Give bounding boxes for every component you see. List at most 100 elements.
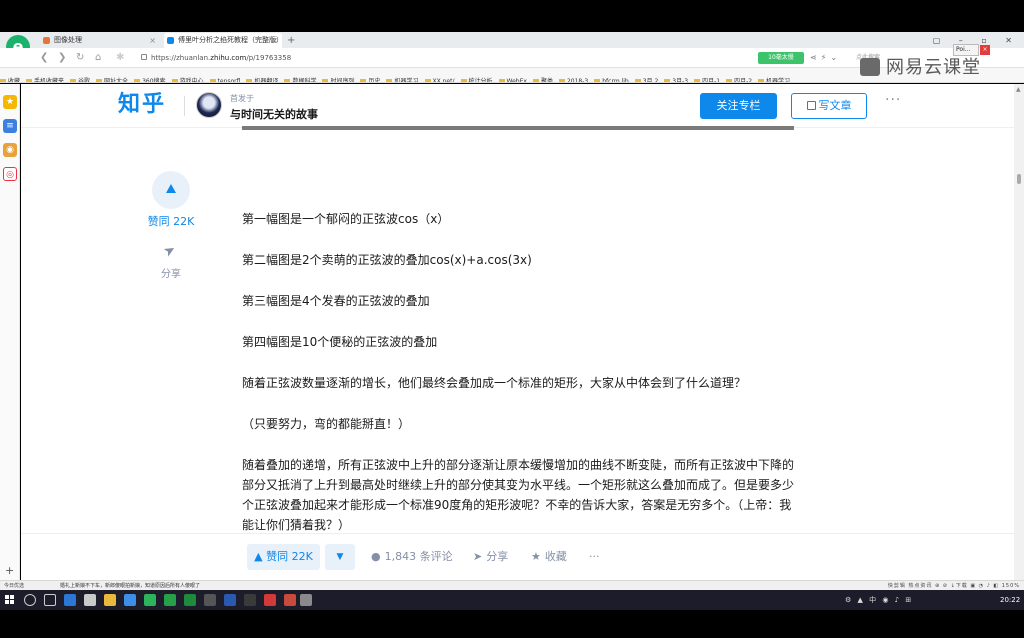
folder-icon: [532, 78, 539, 82]
forward-arrow-icon[interactable]: ❯: [58, 50, 66, 66]
popup-label: Poi...: [956, 46, 971, 53]
url-prefix: https://zhuanlan.: [151, 54, 211, 62]
bookmark-item[interactable]: 游戏中心: [171, 74, 204, 83]
tab-close-icon[interactable]: ×: [149, 33, 156, 48]
bookmark-label: 机器学习: [394, 78, 419, 83]
bookmark-label: 2018-3: [566, 78, 589, 83]
bookmark-item[interactable]: 四月-1: [694, 74, 720, 82]
write-article-button[interactable]: 写文章: [791, 93, 867, 119]
bookmark-item[interactable]: 收藏: [0, 74, 20, 82]
bookmark-item[interactable]: 机器翻译: [246, 74, 278, 82]
bookmark-item[interactable]: bfcrm.lib: [594, 74, 629, 82]
page-scrollbar[interactable]: ▲: [1014, 84, 1024, 580]
address-tools[interactable]: ⋖⚡⌄: [810, 52, 841, 64]
new-tab-button[interactable]: +: [287, 33, 295, 48]
url-field[interactable]: https://zhuanlan.zhihu.com/p/19763358: [151, 52, 291, 64]
header-divider: [184, 96, 185, 116]
app-icon[interactable]: [164, 594, 176, 606]
bookmark-item[interactable]: 3月 2: [634, 74, 659, 83]
more-actions-button[interactable]: ···: [589, 544, 600, 570]
bookmark-label: 网址大全: [104, 78, 129, 83]
column-avatar[interactable]: [196, 92, 222, 118]
edge-icon[interactable]: [64, 594, 76, 606]
speed-badge[interactable]: 10毫太慢: [758, 52, 804, 64]
zhihu-logo[interactable]: 知乎: [118, 90, 166, 120]
weibo-icon[interactable]: ◉: [3, 143, 17, 157]
bookmark-item[interactable]: 时间序列: [322, 74, 354, 82]
app-icon[interactable]: [124, 594, 136, 606]
bookmark-item[interactable]: tensorfl: [209, 74, 241, 83]
follow-column-button[interactable]: 关注专栏: [700, 93, 777, 119]
folder-icon: [26, 78, 33, 82]
bookmark-item[interactable]: 手机收藏夹: [26, 74, 64, 82]
back-arrow-icon[interactable]: ❮: [40, 50, 48, 66]
app-icon[interactable]: [284, 594, 296, 606]
close-icon[interactable]: ×: [980, 45, 990, 55]
reload-icon[interactable]: ↻: [76, 50, 84, 66]
app-icon[interactable]: [300, 594, 312, 606]
article-paragraph: 第二幅图是2个卖萌的正弦波的叠加cos(x)+a.cos(3x): [242, 253, 532, 267]
bookmark-label: 游戏中心: [179, 78, 204, 83]
popup-window[interactable]: Poi... ×: [953, 44, 990, 56]
app-icon[interactable]: [184, 594, 196, 606]
folder-icon: [424, 78, 431, 82]
pdf-icon[interactable]: [264, 594, 276, 606]
favorite-button[interactable]: ★ 收藏: [531, 544, 567, 570]
bookmark-item[interactable]: 历史: [360, 74, 380, 82]
browser-sidebar: ★ ≡ ◉ ◎ +: [0, 84, 20, 580]
bookmark-label: 3月 2: [642, 78, 659, 83]
bookmark-item[interactable]: 谷歌: [70, 74, 90, 82]
bookmark-item[interactable]: 数据科学: [284, 74, 316, 82]
bookmark-item[interactable]: 聚类: [532, 74, 553, 82]
column-name-link[interactable]: 与时间无关的故事: [230, 106, 318, 122]
app-icon[interactable]: [244, 594, 256, 606]
folder-icon[interactable]: [104, 594, 116, 606]
bookmark-item[interactable]: 机器学习: [758, 74, 790, 82]
target-icon[interactable]: ◎: [3, 167, 17, 181]
bookmark-item[interactable]: 统计分析: [460, 74, 493, 82]
scrollbar-thumb[interactable]: [1017, 174, 1021, 184]
scroll-up-icon[interactable]: ▲: [1016, 86, 1021, 93]
bookmark-item[interactable]: 2018-3: [558, 74, 589, 83]
system-tray[interactable]: ⚙ ▲ 中 ◉ ♪ ⊞: [845, 594, 913, 606]
list-icon[interactable]: ≡: [3, 119, 17, 133]
more-options-icon[interactable]: ···: [885, 92, 901, 108]
bookmark-item[interactable]: 网址大全: [96, 74, 129, 83]
side-share-label[interactable]: 分享: [151, 265, 191, 280]
task-view-icon[interactable]: [44, 594, 56, 606]
bookmark-item[interactable]: 四月-2: [726, 74, 752, 82]
bookmark-label: tensorfl: [217, 78, 241, 83]
article-action-bar: ▲ 赞同 22K ▼ ● 1,843 条评论 ➤ 分享 ★ 收藏 ···: [21, 533, 1014, 580]
side-vote-count[interactable]: 赞同 22K: [141, 213, 201, 229]
share-button[interactable]: ➤ 分享: [473, 544, 508, 570]
tab-image-processing[interactable]: 图像处理 ×: [40, 33, 160, 48]
tab-favicon-icon: [43, 37, 50, 44]
side-vote-button[interactable]: [152, 171, 190, 209]
extension-icon[interactable]: ✱: [116, 50, 124, 66]
folder-icon: [134, 78, 141, 82]
vote-down-button[interactable]: ▼: [325, 544, 355, 570]
tab-fourier-article[interactable]: 傅里叶分析之掐死教程（完整版） ×: [164, 33, 282, 48]
app-icon[interactable]: [224, 594, 236, 606]
bookmark-item[interactable]: 机器学习: [386, 74, 419, 83]
article-body: 第一幅图是一个郁闷的正弦波cos（x） 第二幅图是2个卖萌的正弦波的叠加cos(…: [242, 209, 796, 556]
taskbar-clock[interactable]: 20:22: [1000, 594, 1020, 606]
home-icon[interactable]: ⌂: [95, 50, 101, 66]
search-icon[interactable]: [24, 594, 36, 606]
star-icon[interactable]: ★: [3, 95, 17, 109]
share-icon[interactable]: ➤: [161, 241, 179, 261]
bookmark-item[interactable]: 360搜索: [134, 74, 166, 82]
tab-title: 傅里叶分析之掐死教程（完整版）: [178, 36, 282, 44]
app-icon[interactable]: [204, 594, 216, 606]
bookmark-item[interactable]: 3月-3: [664, 74, 688, 82]
browser-taskbar-icon[interactable]: [144, 594, 156, 606]
bookmark-item[interactable]: WebEx: [498, 74, 527, 82]
windows-start-icon[interactable]: [5, 595, 15, 605]
folder-icon: [594, 78, 601, 82]
tab-close-icon[interactable]: ×: [271, 33, 278, 48]
vote-up-button[interactable]: ▲ 赞同 22K: [247, 544, 320, 570]
comments-button[interactable]: ● 1,843 条评论: [371, 544, 453, 570]
store-icon[interactable]: [84, 594, 96, 606]
bookmark-item[interactable]: XX.net/: [424, 74, 455, 82]
add-icon[interactable]: +: [5, 564, 14, 577]
